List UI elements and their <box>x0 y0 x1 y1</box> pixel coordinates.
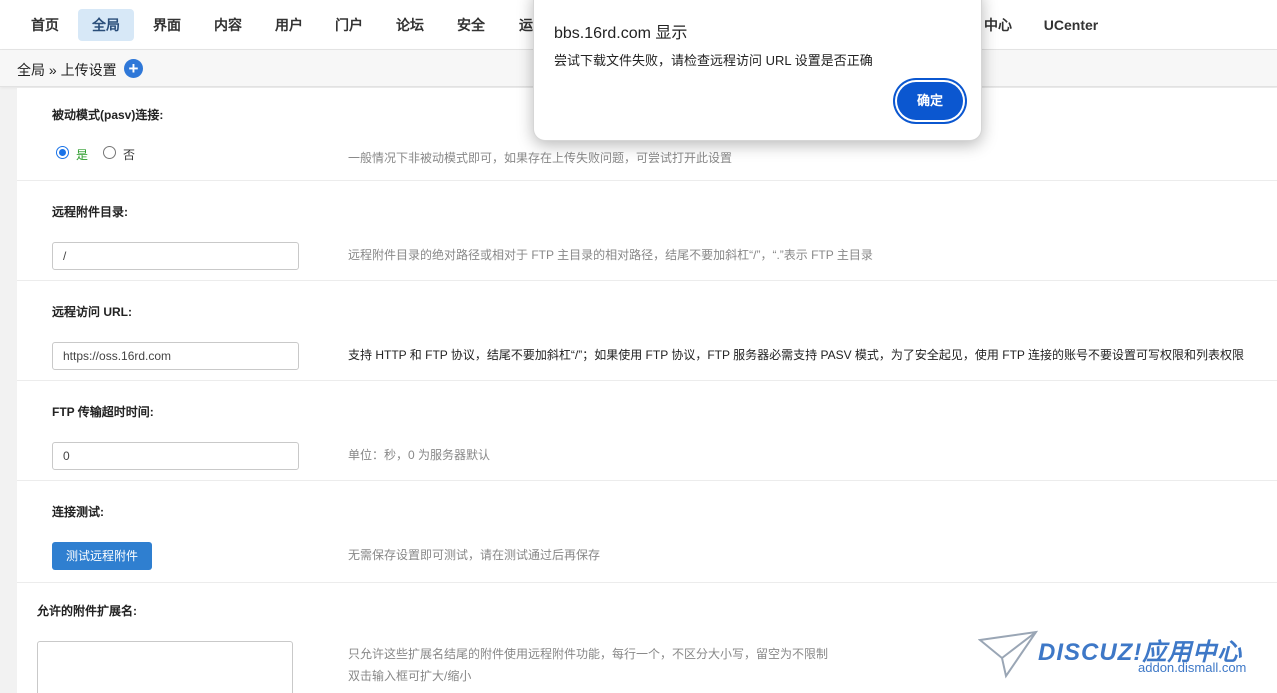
nav-item-security[interactable]: 安全 <box>444 9 498 41</box>
settings-panel <box>17 88 1277 693</box>
dialog-message: 尝试下载文件失败，请检查远程访问 URL 设置是否正确 <box>554 53 873 68</box>
nav-item-global[interactable]: 全局 <box>78 9 134 41</box>
pasv-yes-radio[interactable] <box>56 146 69 159</box>
pasv-no-label[interactable]: 否 <box>123 146 135 163</box>
timeout-label: FTP 传输超时时间: <box>52 405 154 419</box>
remote-url-input[interactable]: https://oss.16rd.com <box>52 342 299 370</box>
timeout-input[interactable]: 0 <box>52 442 299 470</box>
nav-item-ucenter[interactable]: UCenter <box>1036 9 1106 41</box>
alert-dialog: bbs.16rd.com 显示 尝试下载文件失败，请检查远程访问 URL 设置是… <box>533 0 982 141</box>
remote-dir-label: 远程附件目录: <box>52 205 128 219</box>
pasv-yes-label[interactable]: 是 <box>76 146 88 163</box>
test-label: 连接测试: <box>52 505 104 519</box>
plus-circle-icon[interactable]: + <box>124 59 143 78</box>
dialog-title: bbs.16rd.com 显示 <box>554 25 688 42</box>
pasv-label: 被动模式(pasv)连接: <box>52 108 164 122</box>
row-divider <box>17 380 1277 381</box>
test-remote-attachment-button[interactable]: 测试远程附件 <box>52 542 152 570</box>
row-divider <box>17 280 1277 281</box>
discuz-watermark: DISCUZ!应用中心 addon.dismall.com <box>978 630 1268 685</box>
test-hint: 无需保存设置即可测试，请在测试通过后再保存 <box>348 548 601 562</box>
paper-plane-icon <box>978 630 1038 679</box>
allowed-ext-label: 允许的附件扩展名: <box>37 604 137 618</box>
pasv-hint: 一般情况下非被动模式即可，如果存在上传失败问题，可尝试打开此设置 <box>348 151 733 165</box>
breadcrumb: 全局 » 上传设置 <box>17 62 117 78</box>
nav-item-forum[interactable]: 论坛 <box>383 9 437 41</box>
row-divider <box>17 582 1277 583</box>
nav-item-users[interactable]: 用户 <box>262 9 316 41</box>
remote-url-label: 远程访问 URL: <box>52 305 132 319</box>
allowed-ext-textarea[interactable] <box>37 641 293 693</box>
nav-item-portal[interactable]: 门户 <box>322 9 376 41</box>
allowed-ext-hint: 只允许这些扩展名结尾的附件使用远程附件功能，每行一个，不区分大小写，留空为不限制 <box>348 647 829 661</box>
row-divider <box>17 480 1277 481</box>
remote-url-hint: 支持 HTTP 和 FTP 协议，结尾不要加斜杠“/”；如果使用 FTP 协议，… <box>348 348 1245 362</box>
nav-item-content[interactable]: 内容 <box>201 9 255 41</box>
watermark-url: addon.dismall.com <box>1138 660 1247 675</box>
remote-dir-hint: 远程附件目录的绝对路径或相对于 FTP 主目录的相对路径，结尾不要加斜杠“/”，… <box>348 248 873 262</box>
nav-item-center[interactable]: 中心 <box>978 9 1018 41</box>
remote-dir-input[interactable]: / <box>52 242 299 270</box>
timeout-hint: 单位：秒，0 为服务器默认 <box>348 448 491 462</box>
nav-item-interface[interactable]: 界面 <box>140 9 194 41</box>
row-divider <box>17 180 1277 181</box>
dialog-ok-button[interactable]: 确定 <box>897 82 963 120</box>
allowed-ext-hint-resize: 双击输入框可扩大/缩小 <box>348 669 472 683</box>
nav-item-home[interactable]: 首页 <box>18 9 72 41</box>
pasv-no-radio[interactable] <box>103 146 116 159</box>
